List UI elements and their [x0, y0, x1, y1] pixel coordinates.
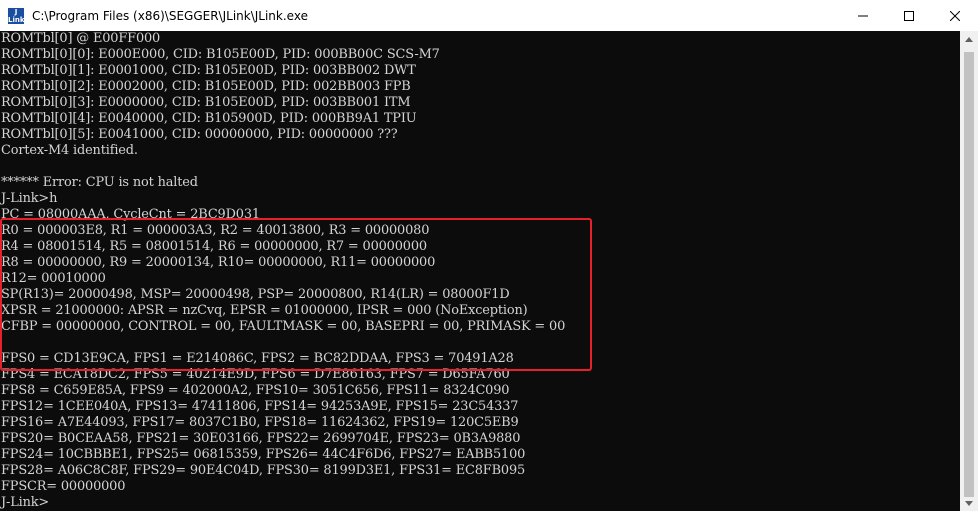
- vertical-scrollbar[interactable]: [960, 31, 978, 511]
- console-line: FPS8 = C659E85A, FPS9 = 402000A2, FPS10=…: [1, 383, 510, 398]
- console-line: R8 = 00000000, R9 = 20000134, R10= 00000…: [1, 255, 436, 270]
- console-line: FPS4 = ECA18DC2, FPS5 = 40214E9D, FPS6 =…: [1, 367, 510, 382]
- console-line: PC = 08000AAA, CycleCnt = 2BC9D031: [1, 207, 260, 222]
- scroll-up-icon: [965, 36, 973, 42]
- console-line: FPS16= A7E44093, FPS17= 8037C1B0, FPS18=…: [1, 415, 519, 430]
- window-controls: [840, 0, 978, 31]
- console-line: Cortex-M4 identified.: [1, 143, 138, 158]
- console-line: CFBP = 00000000, CONTROL = 00, FAULTMASK…: [1, 319, 566, 334]
- console-line: ROMTbl[0][4]: E0040000, CID: B105900D, P…: [1, 111, 417, 126]
- console-line: ROMTbl[0][3]: E0000000, CID: B105E00D, P…: [1, 95, 411, 110]
- console-line: FPS20= B0CEAA58, FPS21= 30E03166, FPS22=…: [1, 431, 521, 446]
- console-line: R0 = 000003E8, R1 = 000003A3, R2 = 40013…: [1, 223, 430, 238]
- title-bar[interactable]: J Link C:\Program Files (x86)\SEGGER\JLin…: [0, 0, 978, 31]
- jlink-app-icon: J Link: [8, 7, 25, 24]
- scroll-up-button[interactable]: [960, 31, 978, 47]
- console-line: XPSR = 21000000: APSR = nzCvq, EPSR = 01…: [1, 303, 528, 318]
- console-window: J Link C:\Program Files (x86)\SEGGER\JLin…: [0, 0, 978, 511]
- console-line: FPSCR= 00000000: [1, 479, 126, 494]
- close-button[interactable]: [932, 0, 978, 31]
- console-line: ****** Error: CPU is not halted: [1, 175, 198, 190]
- console-line: ROMTbl[0][5]: E0041000, CID: 00000000, P…: [1, 127, 398, 142]
- minimize-icon: [858, 15, 868, 16]
- maximize-icon: [904, 10, 914, 21]
- console-line: FPS24= 10CBBBE1, FPS25= 06815359, FPS26=…: [1, 447, 526, 462]
- console-line: FPS12= 1CEE040A, FPS13= 47411806, FPS14=…: [1, 399, 519, 414]
- console-line: FPS28= A06C8C8F, FPS29= 90E4C04D, FPS30=…: [1, 463, 526, 478]
- console-line: ROMTbl[0][1]: E0001000, CID: B105E00D, P…: [1, 63, 416, 78]
- console-line: J-Link>h: [1, 191, 58, 206]
- scroll-down-icon: [965, 500, 973, 506]
- close-icon: [950, 10, 960, 21]
- console-line: SP(R13)= 20000498, MSP= 20000498, PSP= 2…: [1, 287, 510, 302]
- console-line: R4 = 08001514, R5 = 08001514, R6 = 00000…: [1, 239, 427, 254]
- console-line: FPS0 = CD13E9CA, FPS1 = E214086C, FPS2 =…: [1, 351, 514, 366]
- console-line: ROMTbl[0] @ E00FF000: [1, 31, 161, 46]
- console-line: ROMTbl[0][2]: E0002000, CID: B105E00D, P…: [1, 79, 411, 94]
- console-output[interactable]: ROMTbl[0] @ E00FF000 ROMTbl[0][0]: E000E…: [0, 31, 960, 511]
- scrollbar-thumb[interactable]: [964, 52, 974, 497]
- window-title: C:\Program Files (x86)\SEGGER\JLink\JLin…: [32, 8, 308, 23]
- minimize-button[interactable]: [840, 0, 886, 31]
- scroll-down-button[interactable]: [960, 495, 978, 511]
- console-prompt: J-Link>: [1, 495, 50, 510]
- console-line: R12= 00010000: [1, 271, 106, 286]
- maximize-button[interactable]: [886, 0, 932, 31]
- console-line: ROMTbl[0][0]: E000E000, CID: B105E00D, P…: [1, 47, 440, 62]
